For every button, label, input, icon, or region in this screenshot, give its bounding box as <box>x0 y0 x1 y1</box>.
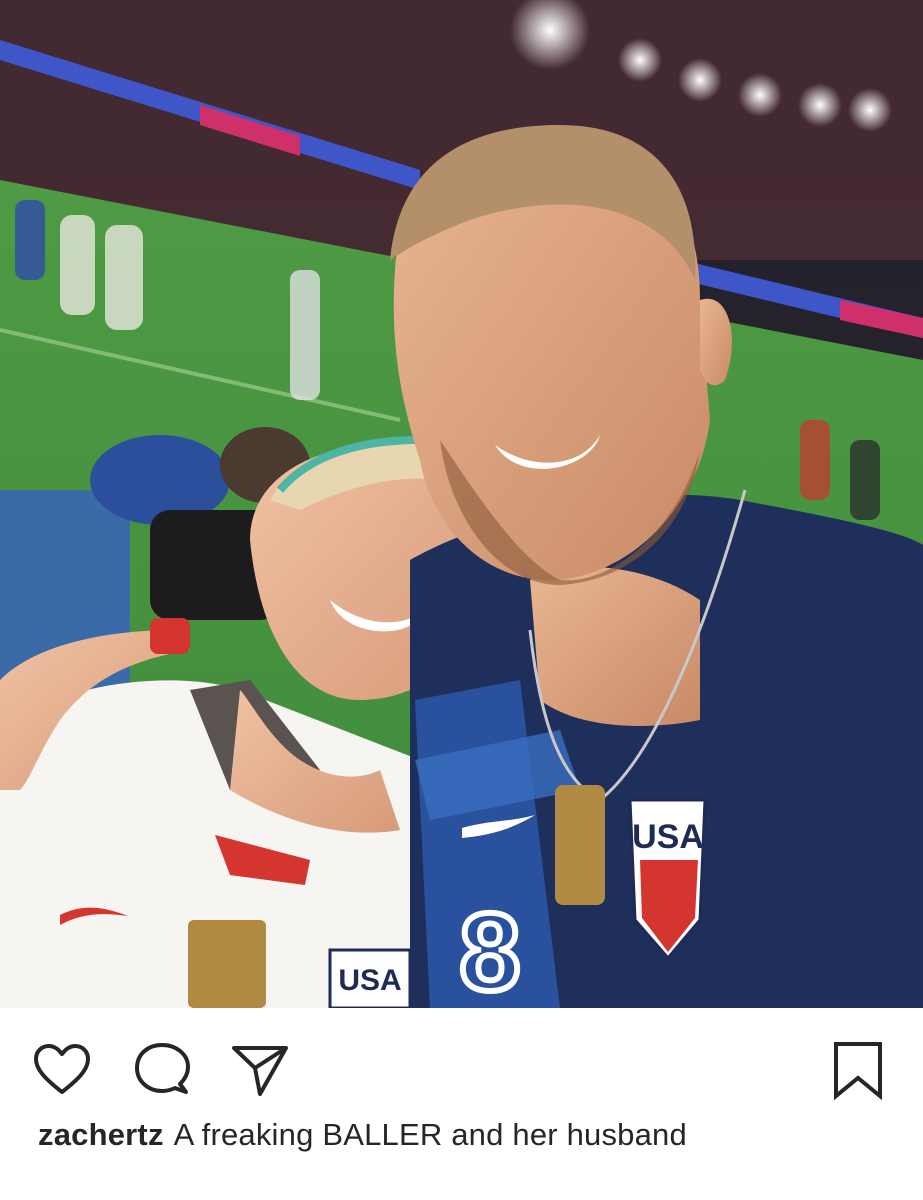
bookmark-icon[interactable] <box>826 1038 890 1102</box>
post-actions-bar <box>0 1008 923 1108</box>
caption-text: A freaking BALLER and her husband <box>173 1117 687 1152</box>
post-photo[interactable]: USA 8 USA <box>0 0 923 1008</box>
man-crest-label: USA <box>632 818 704 856</box>
man-jersey-number: 8 <box>459 891 520 1008</box>
paper-plane-icon[interactable] <box>228 1038 292 1102</box>
woman-crest-label: USA <box>338 964 401 997</box>
woman-crest: USA <box>328 948 412 1008</box>
post-caption: zachertz A freaking BALLER and her husban… <box>38 1117 687 1153</box>
caption-username[interactable]: zachertz <box>38 1117 164 1152</box>
comment-icon[interactable] <box>130 1038 194 1102</box>
heart-icon[interactable] <box>30 1038 94 1102</box>
